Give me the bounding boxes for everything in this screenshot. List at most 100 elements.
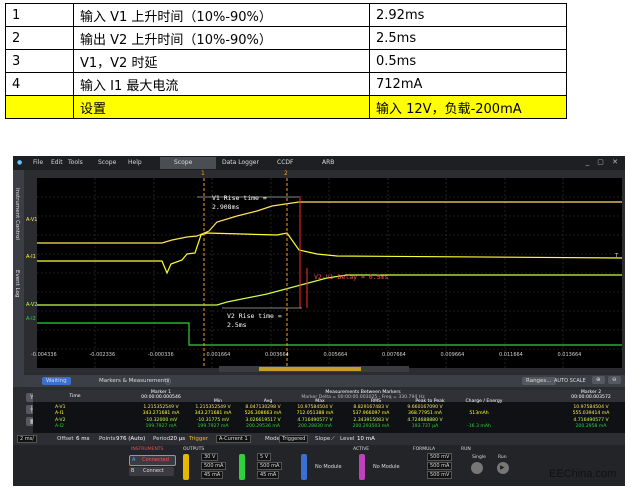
- time-tick-label: -0.002336: [89, 352, 116, 358]
- trigger-level-icon[interactable]: T: [615, 253, 618, 259]
- output-2-voltage[interactable]: 5 V: [257, 453, 272, 461]
- row-peak-to-peak: 368.77951 mA: [408, 411, 442, 417]
- annotation-v2-delay: V2-V1 Delay = 0.5ms: [314, 273, 388, 281]
- column-header: Min: [213, 399, 223, 404]
- menu-edit[interactable]: Edit: [51, 159, 63, 166]
- channel-label-i1[interactable]: A-I1: [26, 254, 36, 260]
- output-4-status: No Module: [373, 464, 400, 470]
- output-2-indicator[interactable]: [239, 454, 245, 480]
- row-max: 4.716490577 V: [297, 417, 333, 423]
- output-2-current-limit[interactable]: 45 mA: [257, 471, 280, 479]
- row-index: [5, 95, 74, 119]
- zoom-out-icon[interactable]: ⊖: [608, 376, 621, 384]
- side-panel: Instrument Control Event Log: [13, 170, 24, 387]
- tab-data-logger[interactable]: Data Logger: [208, 157, 270, 169]
- timebase-select[interactable]: 2 ms/: [17, 435, 37, 443]
- output-2-current[interactable]: 500 mA: [257, 462, 283, 470]
- trigger-source-select[interactable]: A-Current 1: [216, 435, 251, 443]
- autoscale-button[interactable]: AUTO SCALE: [554, 378, 586, 384]
- annotation-v2-rise-l2: 2.5ms: [227, 321, 247, 329]
- row-value: 输入 12V，负载-200mA: [369, 95, 567, 119]
- row-rms: 537.966097 mA: [352, 411, 390, 417]
- time-tick-label: 0.003664: [265, 352, 289, 358]
- side-tab-event-log[interactable]: Event Log: [14, 270, 20, 297]
- menu-scope[interactable]: Scope: [98, 159, 116, 166]
- scope-window: ● File Edit Tools Scope Help Scope Data …: [13, 156, 625, 486]
- row-rms: 2.343915083 V: [353, 417, 389, 423]
- connected-status: Connected: [142, 457, 169, 463]
- output-1-voltage[interactable]: 30 V: [201, 453, 219, 461]
- channel-label-v1[interactable]: A-V1: [26, 217, 37, 223]
- play-icon: ▶: [500, 464, 505, 471]
- menu-bar: ● File Edit Tools Scope Help Scope Data …: [13, 156, 625, 170]
- time-tick-label: -0.000336: [148, 352, 174, 358]
- output-1-current[interactable]: 500 mA: [201, 462, 227, 470]
- marker-2-flag[interactable]: 2: [284, 170, 288, 177]
- output-1-current-limit[interactable]: 45 mA: [201, 471, 224, 479]
- instrument-b-icon: B: [131, 468, 135, 474]
- trace-a-v1: [37, 201, 622, 244]
- period-value[interactable]: 20 µs: [170, 436, 185, 442]
- time-tick-label: 0.009664: [440, 352, 465, 358]
- formula-value-2[interactable]: 500 mA: [427, 462, 453, 470]
- ranges-button[interactable]: Ranges...: [522, 377, 556, 385]
- row-index: 3: [5, 49, 74, 73]
- row-channel-name: A-V1: [55, 405, 66, 410]
- info-icon[interactable]: ⓘ: [165, 377, 171, 386]
- points-label: Points: [99, 436, 116, 442]
- channel-label-i2[interactable]: A-I2: [26, 316, 36, 322]
- window-controls[interactable]: _ ▢ ✕: [586, 158, 621, 166]
- channel-label-v2[interactable]: A-V2: [26, 302, 37, 308]
- measurements-table: Marker 1 00:00:00.000546 Measurements Betw…: [33, 390, 625, 433]
- row-avg: 3.026619517 V: [245, 417, 281, 423]
- points-value[interactable]: 976 (Auto): [116, 436, 145, 442]
- row-index: 4: [5, 72, 74, 96]
- marker-2-time: 00:00:00.003572: [571, 395, 611, 400]
- column-header: Avg: [263, 399, 273, 404]
- row-marker-1: 343.271681 mA: [142, 411, 180, 417]
- waveform-svg: V1 Rise time = 2.908ms V2-V1 Delay = 0.5…: [37, 178, 622, 368]
- menu-file[interactable]: File: [33, 159, 43, 166]
- slope-rising-icon[interactable]: ⟋: [331, 436, 335, 443]
- menu-help[interactable]: Help: [128, 159, 142, 166]
- active-heading: ACTIVE: [353, 447, 370, 452]
- row-value: 712mA: [369, 72, 567, 96]
- time-tick-label: 0.001664: [206, 352, 231, 358]
- instrument-a-icon: A: [132, 457, 136, 463]
- measurements-title: Markers & Measurements: [99, 378, 170, 384]
- mode-label: Mode: [265, 436, 280, 442]
- formula-value-3[interactable]: 500 mV: [427, 471, 453, 479]
- output-3-indicator[interactable]: [301, 454, 307, 480]
- side-tab-instrument-control[interactable]: Instrument Control: [14, 188, 20, 240]
- waveform-plot[interactable]: V1 Rise time = 2.908ms V2-V1 Delay = 0.5…: [37, 178, 622, 368]
- tab-arb[interactable]: ARB: [308, 157, 362, 169]
- run-button[interactable]: ▶: [497, 462, 509, 474]
- acquisition-controls: 2 ms/ Offset 6 ms Points 976 (Auto) Peri…: [13, 433, 625, 445]
- offset-value[interactable]: 6 ms: [76, 436, 89, 442]
- single-button[interactable]: [471, 462, 483, 474]
- bottom-panel: 2 ms/ Offset 6 ms Points 976 (Auto) Peri…: [13, 433, 625, 486]
- table-row: 4 输入 I1 最大电流 712mA: [5, 72, 567, 96]
- output-1-indicator[interactable]: [183, 454, 189, 480]
- zoom-in-icon[interactable]: ⊕: [592, 376, 605, 384]
- instrument-b-button[interactable]: B Connect: [129, 467, 174, 476]
- formula-value-1[interactable]: 500 mV: [427, 453, 453, 461]
- row-item: 输入 V1 上升时间（10%-90%）: [73, 3, 370, 27]
- level-value[interactable]: 10 mA: [357, 436, 375, 442]
- run-heading: RUN: [461, 447, 471, 452]
- marker-1-flag[interactable]: 1: [201, 170, 205, 177]
- connect-button[interactable]: Connect: [143, 468, 164, 474]
- measurements-header: Waiting Markers & Measurements ⓘ Ranges.…: [24, 375, 625, 387]
- scrollbar-thumb[interactable]: [259, 367, 361, 371]
- trigger-label: Trigger: [189, 436, 208, 442]
- menu-tools[interactable]: Tools: [68, 159, 83, 166]
- spec-table: 1 输入 V1 上升时间（10%-90%） 2.92ms 2 输出 V2 上升时…: [5, 3, 567, 119]
- column-header: RMS: [370, 399, 382, 404]
- instruments-heading: INSTRUMENTS: [131, 447, 164, 452]
- trace-a-i2: [37, 322, 622, 346]
- output-4-indicator[interactable]: [359, 454, 365, 480]
- row-avg: 200.29536 mA: [246, 423, 280, 429]
- mode-select[interactable]: Triggered: [279, 435, 309, 443]
- instrument-a-button[interactable]: A Connected: [129, 455, 176, 466]
- time-scrollbar[interactable]: [219, 366, 409, 372]
